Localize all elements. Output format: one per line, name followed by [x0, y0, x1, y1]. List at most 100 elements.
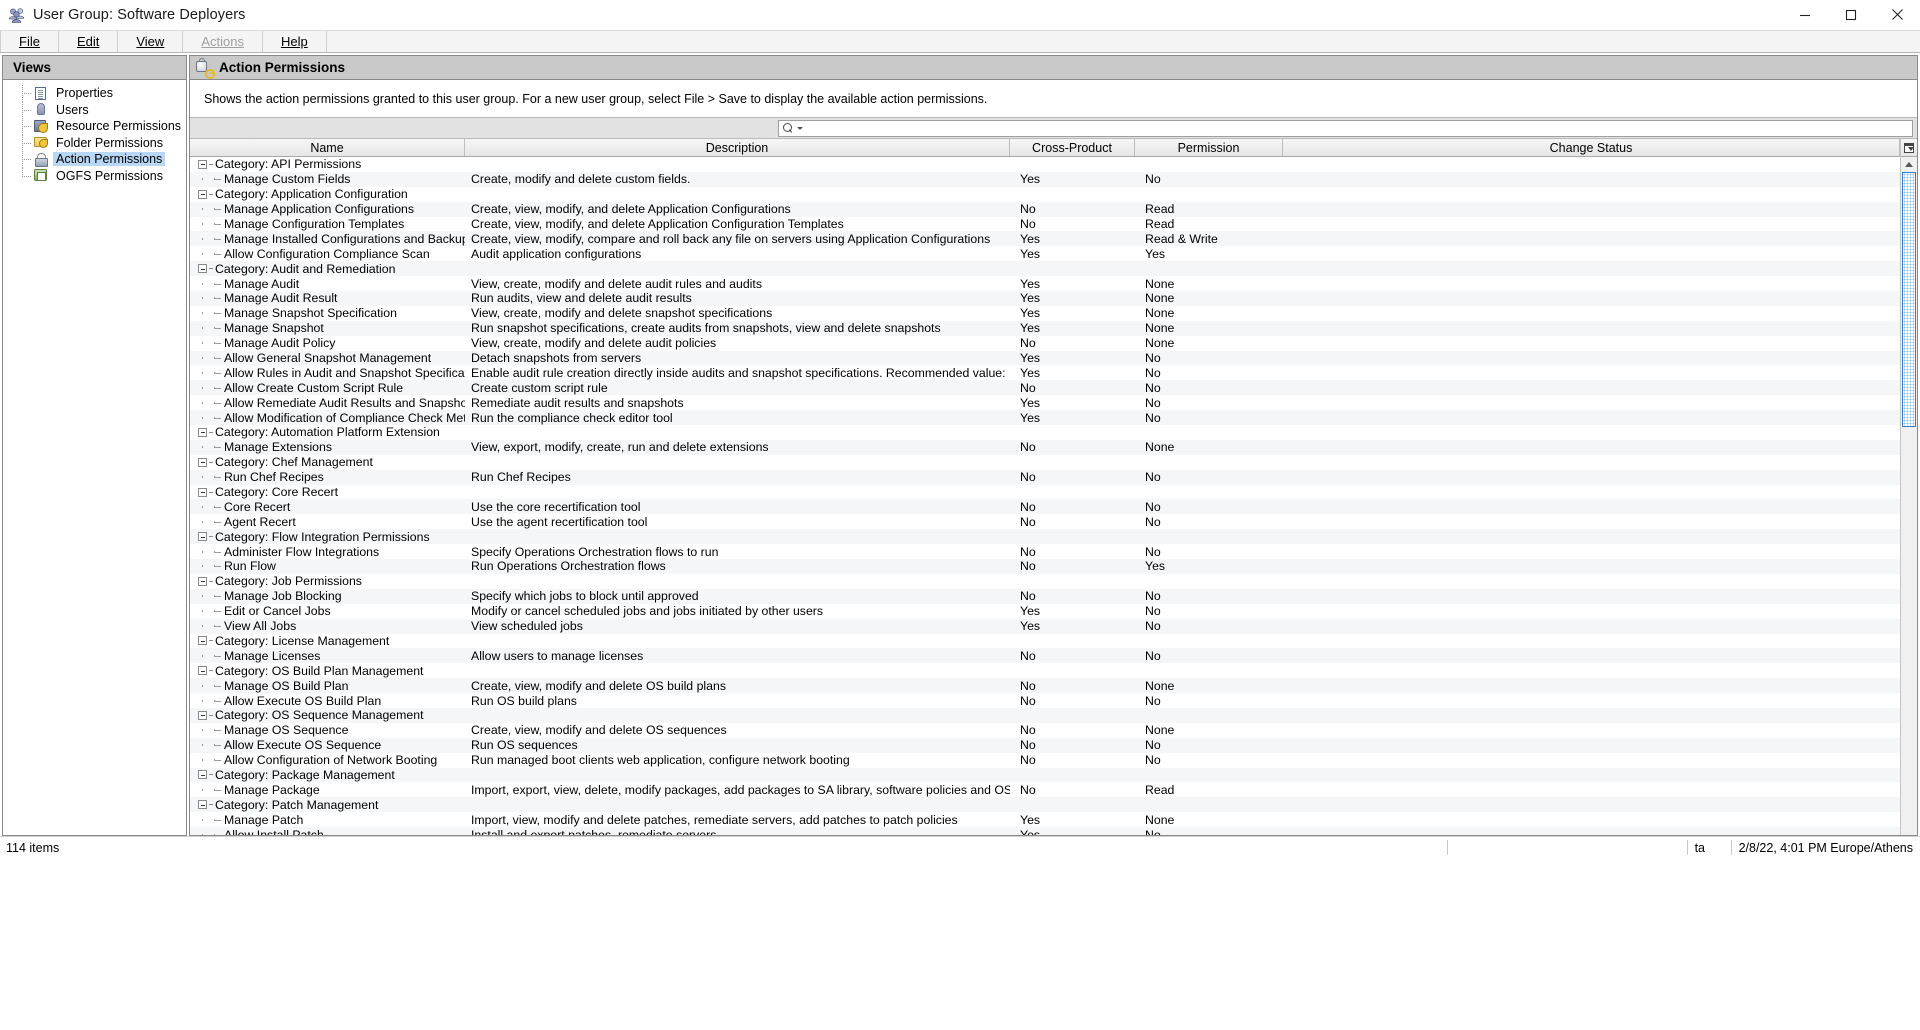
cell-permission: Yes [1145, 246, 1166, 261]
collapse-toggle-icon[interactable] [198, 189, 207, 199]
minimize-button[interactable] [1782, 0, 1828, 30]
table-row[interactable]: Manage Audit Result Run audits, view and … [190, 291, 1900, 306]
table-row[interactable]: Category: Audit and Remediation [190, 261, 1900, 277]
table-row[interactable]: Core Recert Use the core recertification … [190, 499, 1900, 515]
table-row[interactable]: Agent Recert Use the agent recertificatio… [190, 514, 1900, 529]
column-header-permission[interactable]: Permission [1135, 139, 1283, 156]
menu-file[interactable]: File [0, 31, 59, 52]
collapse-toggle-icon[interactable] [198, 159, 207, 169]
table-row[interactable]: Run Flow Run Operations Orchestration flo… [190, 559, 1900, 574]
table-row[interactable]: Allow Modification of Compliance Check M… [190, 410, 1900, 426]
vertical-scrollbar[interactable] [1900, 139, 1917, 835]
table-row[interactable]: Edit or Cancel Jobs Modify or cancel sche… [190, 604, 1900, 619]
table-row[interactable]: Allow Configuration of Network Booting Ru… [190, 753, 1900, 768]
table-row[interactable]: Category: Package Management [190, 767, 1900, 783]
scrollbar-track[interactable] [1901, 172, 1917, 835]
table-row[interactable]: Category: Automation Platform Extension [190, 425, 1900, 440]
table-row[interactable]: Category: OS Sequence Management [190, 707, 1900, 723]
table-row[interactable]: Category: API Permissions [190, 157, 1900, 172]
collapse-toggle-icon[interactable] [198, 264, 207, 274]
search-input[interactable] [778, 119, 1913, 137]
table-row[interactable]: Administer Flow Integrations Specify Oper… [190, 544, 1900, 559]
collapse-toggle-icon[interactable] [198, 636, 207, 646]
cell-permission: No [1145, 499, 1161, 514]
table-row[interactable]: Category: Chef Management [190, 455, 1900, 470]
collapse-toggle-icon[interactable] [198, 487, 207, 497]
cell-cross-product: Yes [1020, 365, 1041, 380]
row-name-label: Category: Automation Platform Extension [215, 425, 440, 440]
table-row[interactable]: Category: Core Recert [190, 485, 1900, 500]
table-row[interactable]: Manage Patch Import, view, modify and del… [190, 812, 1900, 827]
table-row[interactable]: Category: OS Build Plan Management [190, 663, 1900, 678]
table-row[interactable]: Manage Snapshot Specification View, creat… [190, 306, 1900, 321]
maximize-button[interactable] [1828, 0, 1874, 30]
column-settings-icon[interactable] [1901, 139, 1917, 157]
table-row[interactable]: Allow Install Patch Install and export pa… [190, 827, 1900, 835]
sidebar-item-properties[interactable]: Properties [3, 85, 186, 102]
collapse-toggle-icon[interactable] [198, 800, 207, 810]
table-row[interactable]: Manage Snapshot Run snapshot specificatio… [190, 320, 1900, 336]
column-header-description[interactable]: Description [465, 139, 1010, 156]
row-name-label: Agent Recert [224, 514, 296, 529]
table-row[interactable]: Category: Job Permissions [190, 574, 1900, 589]
table-row[interactable]: Category: Patch Management [190, 797, 1900, 813]
sidebar-item-action-permissions[interactable]: Action Permissions [3, 151, 186, 168]
sidebar-item-users[interactable]: Users [3, 101, 186, 119]
scrollbar-thumb[interactable] [1902, 172, 1916, 427]
cell-cross-product: No [1020, 589, 1036, 604]
table-row[interactable]: Manage Custom Fields Create, modify and d… [190, 171, 1900, 187]
table-row[interactable]: Manage OS Sequence Create, view, modify a… [190, 723, 1900, 738]
menu-help[interactable]: Help [263, 31, 327, 52]
column-header-change-status[interactable]: Change Status [1283, 139, 1900, 156]
table-row[interactable]: Manage Audit View, create, modify and del… [190, 276, 1900, 291]
tree-connector [19, 118, 33, 135]
chevron-down-icon[interactable] [797, 126, 803, 130]
cell-name: Allow Configuration Compliance Scan [190, 247, 465, 261]
sidebar-item-ogfs-permissions[interactable]: OGFS Permissions [3, 167, 186, 185]
table-row[interactable]: Category: License Management [190, 634, 1900, 649]
table-row[interactable]: Manage Audit Policy View, create, modify … [190, 336, 1900, 351]
table-row[interactable]: View All Jobs View scheduled jobs Yes No [190, 618, 1900, 634]
table-row[interactable]: Allow General Snapshot Management Detach … [190, 350, 1900, 366]
table-row[interactable]: Manage Job Blocking Specify which jobs to… [190, 588, 1900, 604]
table-row[interactable]: Allow Rules in Audit and Snapshot Specif… [190, 365, 1900, 380]
table-row[interactable]: Manage OS Build Plan Create, view, modify… [190, 678, 1900, 694]
table-row[interactable]: Allow Execute OS Build Plan Run OS build … [190, 693, 1900, 708]
table-row[interactable]: Allow Configuration Compliance Scan Audit… [190, 246, 1900, 261]
scroll-up-button[interactable] [1901, 157, 1917, 172]
collapse-toggle-icon[interactable] [198, 666, 207, 676]
row-name-label: Allow Configuration of Network Booting [224, 753, 438, 768]
column-header-cross-product[interactable]: Cross-Product [1010, 139, 1135, 156]
table-row[interactable]: Category: Flow Integration Permissions [190, 529, 1900, 545]
table-row[interactable]: Allow Remediate Audit Results and Snapsh… [190, 395, 1900, 410]
table-row[interactable]: Run Chef Recipes Run Chef Recipes No No [190, 469, 1900, 485]
cell-description: Run OS sequences [471, 738, 578, 753]
table-row[interactable]: Allow Execute OS Sequence Run OS sequence… [190, 737, 1900, 753]
collapse-toggle-icon[interactable] [198, 457, 207, 467]
menu-view[interactable]: View [118, 31, 184, 52]
cell-description: Run managed boot clients web application… [471, 753, 850, 768]
close-button[interactable] [1874, 0, 1920, 30]
table-row[interactable]: Manage Extensions View, export, modify, c… [190, 439, 1900, 455]
table-row[interactable]: Category: Application Configuration [190, 187, 1900, 202]
table-row[interactable]: Allow Create Custom Script Rule Create cu… [190, 380, 1900, 396]
cell-permission: Read & Write [1145, 231, 1218, 246]
collapse-toggle-icon[interactable] [198, 576, 207, 586]
menu-edit-label: Edit [76, 34, 100, 49]
collapse-toggle-icon[interactable] [198, 710, 207, 720]
menu-edit[interactable]: Edit [59, 31, 119, 52]
cell-cross-product: No [1020, 678, 1036, 693]
sidebar-item-resource-permissions[interactable]: Resource Permissions [3, 118, 186, 135]
table-row[interactable]: Manage Licenses Allow users to manage lic… [190, 648, 1900, 664]
collapse-toggle-icon[interactable] [198, 427, 207, 437]
table-row[interactable]: Manage Installed Configurations and Back… [190, 231, 1900, 247]
column-header-name[interactable]: Name [190, 139, 465, 156]
sidebar-item-label: Folder Permissions [56, 135, 163, 150]
collapse-toggle-icon[interactable] [198, 770, 207, 780]
sidebar-item-folder-permissions[interactable]: Folder Permissions [3, 134, 186, 152]
table-row[interactable]: Manage Configuration Templates Create, vi… [190, 217, 1900, 232]
table-row[interactable]: Manage Package Import, export, view, dele… [190, 782, 1900, 797]
collapse-toggle-icon[interactable] [198, 532, 207, 542]
table-row[interactable]: Manage Application Configurations Create,… [190, 201, 1900, 217]
cell-name: Category: Automation Platform Extension [190, 425, 465, 439]
